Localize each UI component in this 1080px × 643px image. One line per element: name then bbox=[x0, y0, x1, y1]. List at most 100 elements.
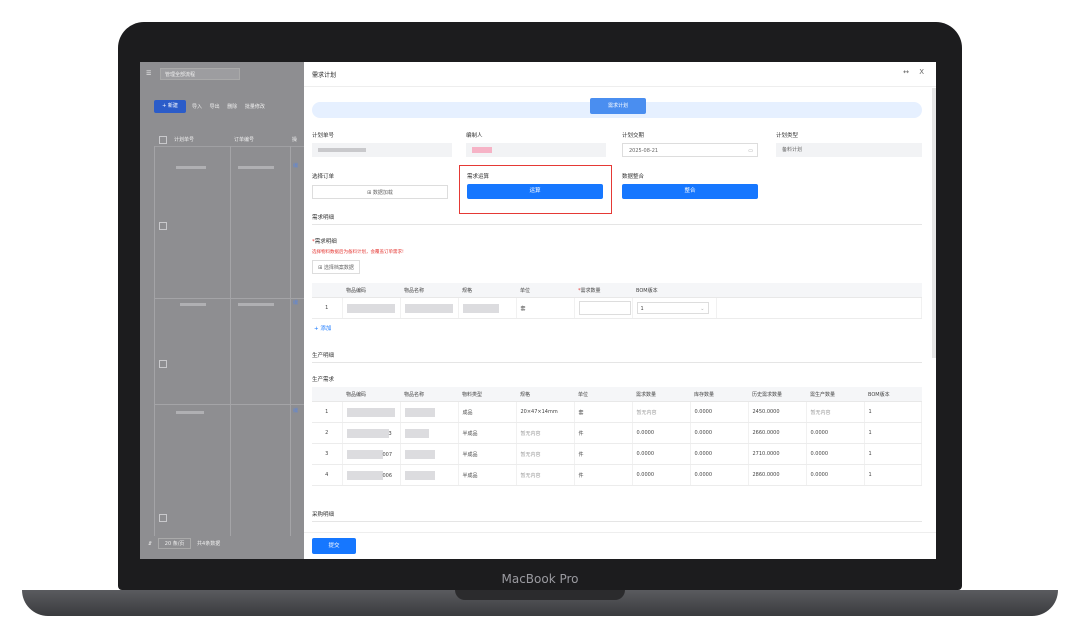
plan-date-label: 计划交期 bbox=[622, 133, 645, 139]
column-divider bbox=[154, 146, 155, 536]
select-archive-label: 选择档案数据 bbox=[323, 265, 354, 271]
row-checkbox[interactable] bbox=[159, 514, 167, 522]
bom-version-select[interactable]: 1 ⌄ bbox=[636, 302, 709, 314]
scope-select[interactable]: 管理全部流程 bbox=[160, 68, 240, 80]
laptop-notch bbox=[455, 590, 625, 600]
item-name-cell bbox=[400, 401, 459, 423]
bom-cell: 1 ⌄ bbox=[632, 297, 717, 319]
scrollbar[interactable] bbox=[932, 88, 936, 358]
th-bom-version: BOM版本 bbox=[632, 283, 716, 298]
th-unit: 单位 bbox=[574, 387, 632, 402]
row-edit-link[interactable]: 编 bbox=[293, 162, 298, 169]
row-checkbox[interactable] bbox=[159, 360, 167, 368]
highlight-box bbox=[459, 165, 612, 214]
bom-cell: 1 bbox=[864, 401, 922, 423]
masked-cell bbox=[176, 166, 206, 169]
demand-qty-cell: 暂无内容 bbox=[632, 401, 691, 423]
export-button[interactable]: 导出 bbox=[210, 104, 220, 110]
plan-type-label: 计划类型 bbox=[776, 133, 799, 139]
th-item-name: 物品名称 bbox=[400, 387, 458, 402]
row-edit-link[interactable]: 编 bbox=[293, 299, 298, 306]
th-item-code: 物品编码 bbox=[342, 387, 400, 402]
unit-cell: 件 bbox=[574, 443, 633, 465]
screen: ☰ 管理全部流程 + 新建 导入 导出 删除 批量修改 计划单号 订单编号 操 … bbox=[140, 62, 936, 559]
th-item-code: 物品编码 bbox=[342, 283, 400, 298]
demand-table: 物品编码 物品名称 规格 单位 *需求数量 BOM版本 1 套 1 ⌄ bbox=[312, 283, 922, 319]
th-unit: 单位 bbox=[516, 283, 574, 298]
add-row-link[interactable]: + 添加 bbox=[314, 324, 331, 332]
step-banner: 需求计划 bbox=[312, 98, 922, 118]
header-divider bbox=[304, 86, 936, 87]
masked-cell bbox=[176, 411, 204, 414]
purchase-section-title: 采购明细 bbox=[312, 512, 335, 518]
th-material-type: 物料类型 bbox=[458, 387, 516, 402]
menu-icon[interactable]: ☰ bbox=[146, 70, 151, 77]
unit-cell: 套 bbox=[574, 401, 633, 423]
produce-qty-cell: 0.0000 bbox=[806, 443, 865, 465]
select-archive-button[interactable]: ⊞ 选择档案数据 bbox=[312, 260, 360, 274]
spec-cell: 20×47×14mm bbox=[516, 401, 575, 423]
chevron-down-icon: ⌄ bbox=[700, 306, 705, 312]
demand-qty-cell: 0.0000 bbox=[632, 422, 691, 444]
th-blank bbox=[716, 283, 922, 298]
item-code-cell bbox=[342, 401, 401, 423]
row-index: 1 bbox=[312, 401, 343, 423]
stock-qty-cell: 0.0000 bbox=[690, 401, 749, 423]
expand-icon[interactable]: ↔ bbox=[903, 68, 909, 76]
column-divider bbox=[290, 146, 291, 536]
editor-field bbox=[466, 143, 606, 157]
close-icon[interactable]: X bbox=[919, 68, 924, 76]
spec-cell: 暂无内容 bbox=[516, 464, 575, 486]
page-size-select[interactable]: 20 条/页 bbox=[157, 538, 192, 549]
import-button[interactable]: 导入 bbox=[192, 104, 202, 110]
item-code-cell: 007 bbox=[342, 443, 401, 465]
batch-edit-button[interactable]: 批量修改 bbox=[245, 104, 265, 110]
history-qty-cell: 2450.0000 bbox=[748, 401, 807, 423]
th-index bbox=[312, 387, 342, 402]
table-row: 1 成品 20×47×14mm 套 暂无内容 0.0000 2450.0000 … bbox=[312, 401, 922, 423]
delete-button[interactable]: 删除 bbox=[227, 104, 237, 110]
item-name-cell bbox=[400, 443, 459, 465]
demand-section-title: 需求明细 bbox=[312, 215, 335, 221]
section-divider bbox=[312, 224, 922, 225]
merge-button[interactable]: 整合 bbox=[622, 184, 758, 199]
drawer-title: 需求计划 bbox=[312, 72, 337, 79]
calendar-icon[interactable]: ▭ bbox=[748, 144, 753, 158]
row-index: 4 bbox=[312, 464, 343, 486]
background-list-page: ☰ 管理全部流程 + 新建 导入 导出 删除 批量修改 计划单号 订单编号 操 … bbox=[140, 62, 304, 559]
material-type-cell: 半成品 bbox=[458, 464, 517, 486]
row-edit-link[interactable]: 编 bbox=[293, 407, 298, 414]
unit-cell: 套 bbox=[516, 297, 575, 319]
spec-cell bbox=[458, 297, 517, 319]
header-plan-no: 计划单号 bbox=[174, 137, 195, 143]
th-stock-qty: 库存数量 bbox=[690, 387, 748, 402]
plan-date-picker[interactable]: 2025-08-21 ▭ bbox=[622, 143, 758, 157]
submit-button[interactable]: 提交 bbox=[312, 538, 356, 554]
production-sub-label: 生产需求 bbox=[312, 377, 335, 383]
masked-cell bbox=[238, 166, 274, 169]
demand-hint: 选择物料数据后为备料计划，会覆盖订单需求! bbox=[312, 250, 404, 255]
item-name-cell bbox=[400, 464, 459, 486]
step-tab[interactable]: 需求计划 bbox=[590, 98, 646, 114]
item-name-cell bbox=[400, 297, 459, 319]
row-checkbox[interactable] bbox=[159, 222, 167, 230]
row-divider bbox=[154, 298, 304, 299]
new-button[interactable]: + 新建 bbox=[154, 100, 186, 113]
th-spec: 规格 bbox=[516, 387, 574, 402]
list-header: 计划单号 订单编号 操 bbox=[154, 132, 304, 147]
th-history-qty: 历史需求数量 bbox=[748, 387, 806, 402]
material-type-cell: 成品 bbox=[458, 401, 517, 423]
editor-label: 编制人 bbox=[466, 133, 483, 139]
row-index: 3 bbox=[312, 443, 343, 465]
demand-qty-input[interactable] bbox=[578, 301, 631, 315]
unit-cell: 件 bbox=[574, 422, 633, 444]
bom-cell: 1 bbox=[864, 422, 922, 444]
th-index bbox=[312, 283, 342, 298]
data-load-button[interactable]: ⊞ 数据加载 bbox=[312, 185, 448, 199]
history-qty-cell: 2710.0000 bbox=[748, 443, 807, 465]
history-qty-cell: 2660.0000 bbox=[748, 422, 807, 444]
pagination: ⇵ 20 条/页 共4条数据 bbox=[148, 538, 220, 549]
select-all-checkbox[interactable] bbox=[159, 136, 167, 144]
th-demand-qty: *需求数量 bbox=[574, 283, 632, 298]
merge-label: 数据整合 bbox=[622, 174, 645, 180]
